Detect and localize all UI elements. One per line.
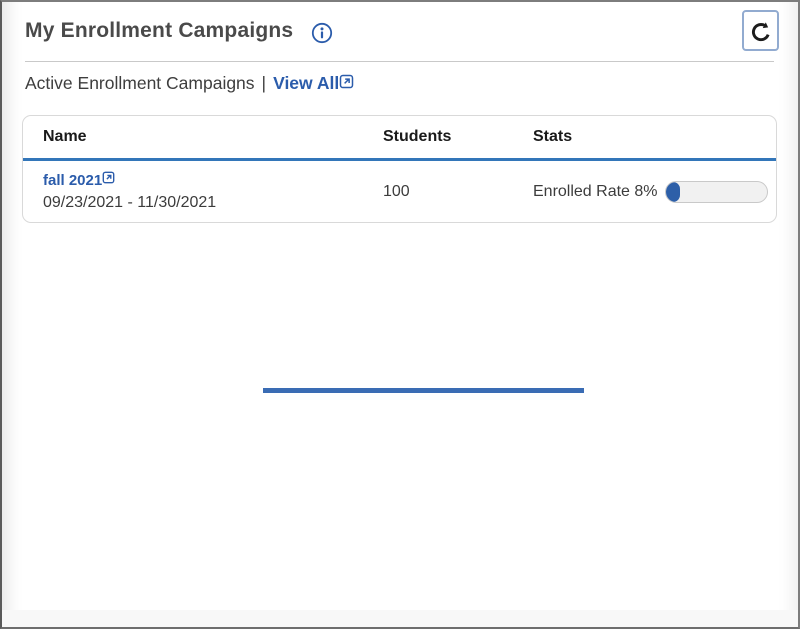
- progress-fill: [666, 182, 680, 202]
- subheader: Active Enrollment Campaigns | View All: [25, 73, 354, 94]
- column-header-name: Name: [43, 128, 383, 146]
- widget-frame: My Enrollment Campaigns Active Enrollmen…: [0, 0, 800, 629]
- widget-content: My Enrollment Campaigns Active Enrollmen…: [2, 2, 798, 627]
- info-icon-glyph: [311, 22, 333, 44]
- page-title: My Enrollment Campaigns: [25, 19, 293, 43]
- campaign-name-cell: fall 2021 09/23/2021 - 11/30/2021: [43, 171, 383, 212]
- subheader-label: Active Enrollment Campaigns: [25, 73, 255, 94]
- enrolled-rate-progressbar: [665, 181, 768, 203]
- external-link-icon: [102, 171, 115, 184]
- bottom-strip: [2, 610, 798, 627]
- external-link-icon: [339, 74, 354, 89]
- table-row: fall 2021 09/23/2021 - 11/30/2021 100 En…: [23, 161, 776, 222]
- table-header-row: Name Students Stats: [23, 116, 776, 161]
- column-header-students: Students: [383, 128, 533, 146]
- refresh-icon: [748, 17, 774, 45]
- stats-cell: Enrolled Rate 8%: [533, 181, 768, 203]
- view-all-label: View All: [273, 73, 339, 94]
- campaign-link[interactable]: fall 2021: [43, 171, 102, 191]
- info-icon[interactable]: [311, 22, 333, 44]
- campaign-date-range: 09/23/2021 - 11/30/2021: [43, 194, 383, 212]
- campaigns-table: Name Students Stats fall 2021 09/23/2021…: [22, 115, 777, 223]
- students-count: 100: [383, 183, 533, 201]
- loading-bar: [263, 388, 584, 393]
- column-header-stats: Stats: [533, 128, 768, 146]
- subheader-separator: |: [262, 73, 267, 94]
- header-divider: [25, 61, 774, 62]
- view-all-link[interactable]: View All: [273, 73, 354, 94]
- refresh-button[interactable]: [742, 10, 779, 51]
- enrolled-rate-label: Enrolled Rate 8%: [533, 183, 658, 201]
